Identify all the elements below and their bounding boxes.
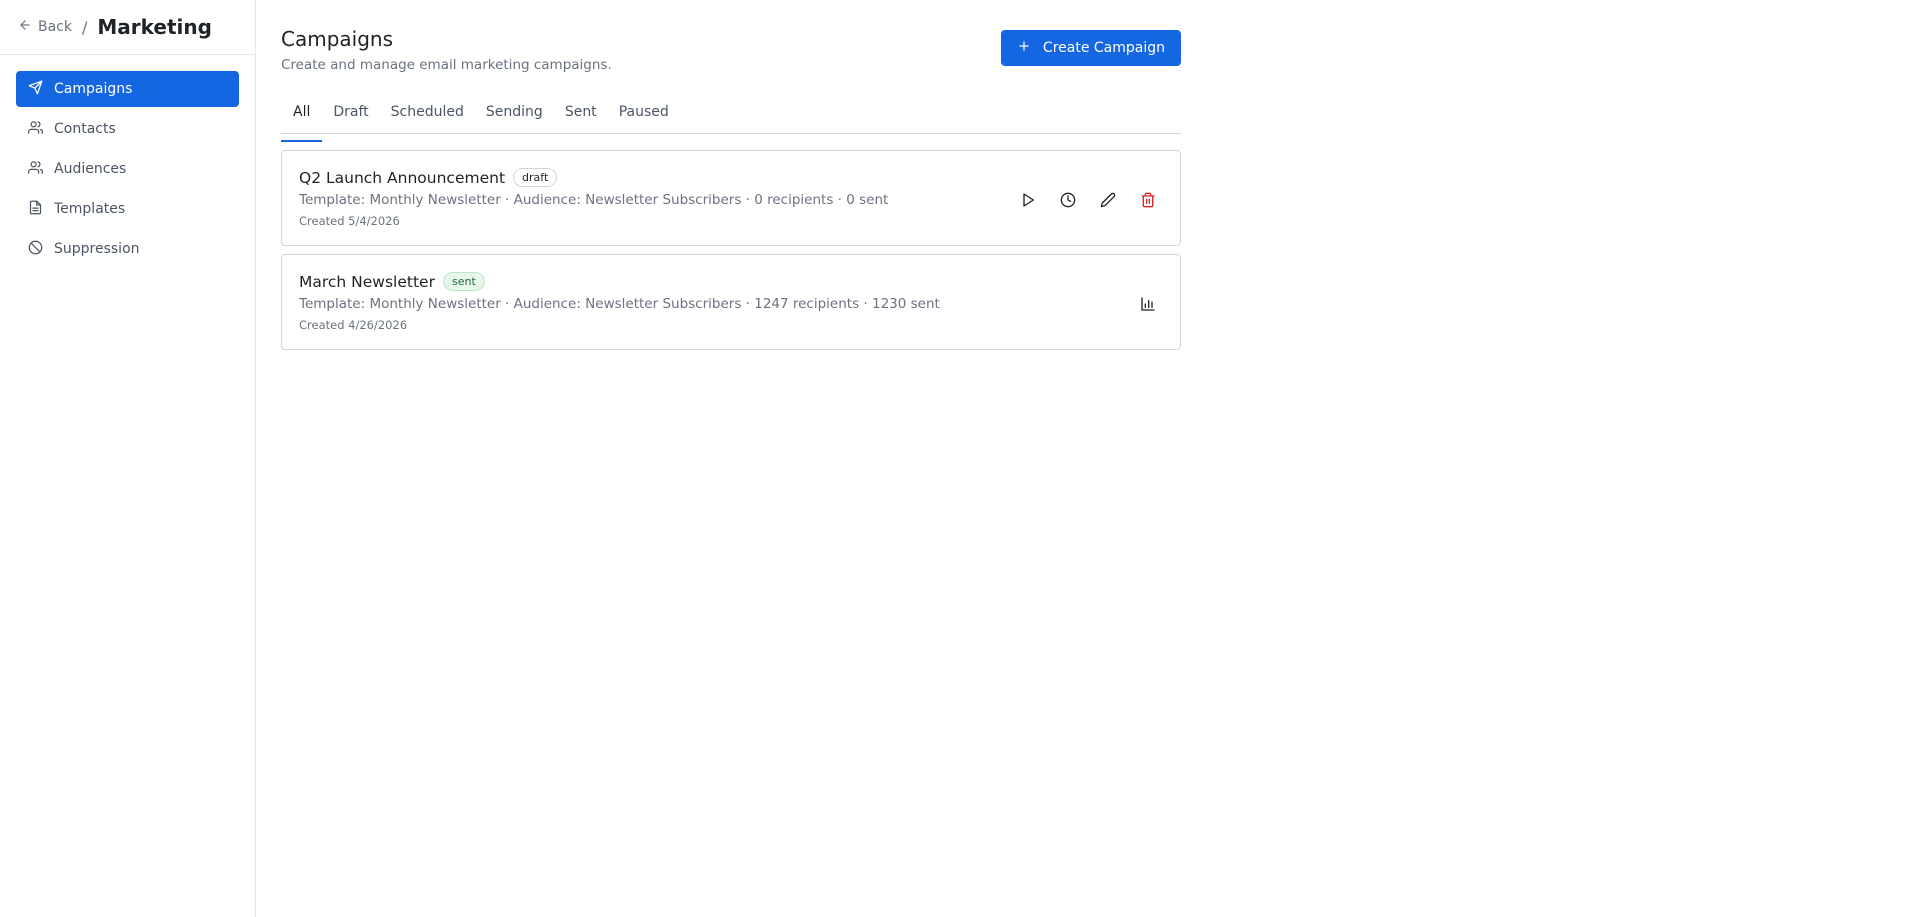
page-header: Campaigns Create and manage email market… — [281, 26, 1181, 73]
send-now-button[interactable] — [1012, 186, 1044, 218]
schedule-button[interactable] — [1052, 186, 1084, 218]
sidebar-item-contacts[interactable]: Contacts — [16, 111, 239, 147]
campaign-actions — [1132, 297, 1164, 320]
campaign-created: Created 4/26/2026 — [299, 318, 408, 332]
status-badge: draft — [513, 168, 558, 187]
sidebar-item-label: Templates — [54, 201, 126, 217]
breadcrumb-separator: / — [82, 17, 88, 37]
users-icon — [28, 160, 43, 179]
campaign-meta: Template: Monthly Newsletter · Audience:… — [299, 192, 889, 208]
pencil-icon — [1100, 192, 1116, 212]
sidebar-item-suppression[interactable]: Suppression — [16, 231, 239, 267]
sidebar-item-label: Contacts — [54, 121, 116, 137]
sidebar-item-label: Suppression — [54, 241, 140, 257]
tab-draft[interactable]: Draft — [322, 98, 379, 133]
status-tabs: All Draft Scheduled Sending Sent Paused — [281, 98, 1181, 142]
tab-sending[interactable]: Sending — [475, 98, 554, 133]
delete-button[interactable] — [1132, 186, 1164, 218]
stats-button[interactable] — [1132, 290, 1164, 322]
ban-icon — [28, 240, 43, 259]
page-subtitle: Create and manage email marketing campai… — [281, 57, 612, 73]
sidebar-nav: Campaigns Contacts Audiences Templates S… — [0, 55, 255, 267]
tab-scheduled[interactable]: Scheduled — [380, 98, 475, 133]
play-icon — [1020, 192, 1036, 212]
campaign-created: Created 5/4/2026 — [299, 214, 400, 228]
sidebar-item-templates[interactable]: Templates — [16, 191, 239, 227]
sidebar-item-label: Audiences — [54, 161, 127, 177]
sidebar-item-label: Campaigns — [54, 81, 133, 97]
campaign-card: March Newsletter sent Template: Monthly … — [281, 254, 1181, 350]
app-title: Marketing — [97, 15, 212, 39]
back-label: Back — [38, 19, 72, 35]
send-icon — [28, 80, 43, 99]
create-campaign-button[interactable]: Create Campaign — [1000, 30, 1181, 66]
campaign-actions — [1012, 192, 1164, 216]
bar-chart-icon — [1140, 296, 1156, 316]
sidebar-item-audiences[interactable]: Audiences — [16, 151, 239, 187]
campaign-name: Q2 Launch Announcement — [299, 168, 506, 187]
arrow-left-icon — [18, 18, 32, 36]
main-content: Campaigns Create and manage email market… — [256, 0, 1920, 917]
sidebar-header: Back / Marketing — [0, 0, 255, 55]
tab-paused[interactable]: Paused — [608, 98, 680, 133]
campaign-card: Q2 Launch Announcement draft Template: M… — [281, 150, 1181, 246]
tab-all[interactable]: All — [281, 98, 323, 142]
create-campaign-label: Create Campaign — [1042, 40, 1165, 56]
edit-button[interactable] — [1092, 186, 1124, 218]
campaign-list: Q2 Launch Announcement draft Template: M… — [281, 150, 1181, 350]
clock-icon — [1060, 192, 1076, 212]
trash-icon — [1140, 192, 1156, 212]
status-badge: sent — [442, 272, 485, 291]
file-text-icon — [28, 200, 43, 219]
sidebar: Back / Marketing Campaigns Contacts Audi… — [0, 0, 256, 917]
tab-sent[interactable]: Sent — [554, 98, 608, 133]
campaign-name: March Newsletter — [299, 272, 435, 291]
page-title: Campaigns — [281, 27, 394, 51]
sidebar-item-campaigns[interactable]: Campaigns — [16, 71, 239, 107]
back-link[interactable]: Back — [18, 18, 72, 36]
users-icon — [28, 120, 43, 139]
campaign-meta: Template: Monthly Newsletter · Audience:… — [299, 296, 940, 312]
plus-icon — [1017, 39, 1031, 57]
